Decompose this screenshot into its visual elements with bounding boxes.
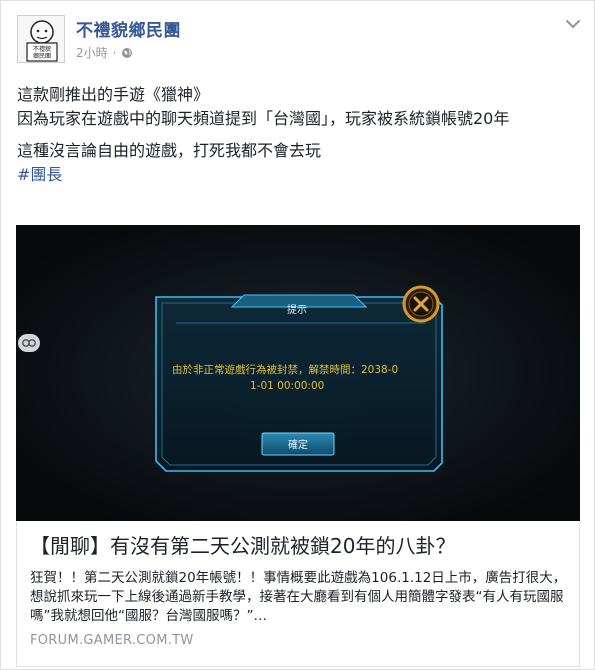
avatar-text-bottom: 鄉民團	[33, 52, 51, 60]
close-icon[interactable]	[402, 285, 440, 323]
facebook-post: 不禮貌 鄉民團 不禮貌鄉民團 2小時 · 這款剛推出的手遊《獵神》 因為玩家在遊…	[0, 0, 595, 670]
globe-icon[interactable]	[121, 47, 133, 59]
post-line-1: 這款剛推出的手遊《獵神》	[17, 85, 210, 104]
post-meta: 2小時 ·	[76, 44, 133, 61]
link-icon[interactable]	[18, 334, 40, 352]
page-name-link[interactable]: 不禮貌鄉民團	[76, 16, 181, 41]
post-line-3: 這種沒言論自由的遊戲，打死我都不會去玩	[17, 141, 322, 160]
confirm-button-label: 確定	[288, 438, 308, 451]
avatar-text-top: 不禮貌	[33, 45, 51, 53]
game-screenshot: 提示 由於非正常遊戲行為被封禁，解禁時間：2038-0 1-01 00:00:0…	[16, 225, 580, 521]
hashtag-link[interactable]: #團長	[17, 165, 62, 184]
link-description: 狂賀！！第二天公測就鎖20年帳號！！事情概要此遊戲為106.1.12日上市，廣告…	[30, 570, 567, 624]
timestamp-link[interactable]: 2小時	[76, 44, 108, 61]
link-title[interactable]: 【閒聊】有沒有第二天公測就被鎖20年的八卦？	[30, 532, 570, 560]
link-preview[interactable]: 【閒聊】有沒有第二天公測就被鎖20年的八卦？ 狂賀！！第二天公測就鎖20年帳號！…	[16, 521, 580, 667]
dialog-title: 提示	[287, 304, 307, 316]
avatar-image: 不禮貌 鄉民團	[18, 16, 64, 62]
avatar[interactable]: 不禮貌 鄉民團	[17, 15, 65, 63]
post-message: 這款剛推出的手遊《獵神》 因為玩家在遊戲中的聊天頻道提到「台灣國」，玩家被系統鎖…	[17, 83, 582, 187]
link-source: FORUM.GAMER.COM.TW	[30, 633, 194, 648]
dialog-message-line1: 由於非正常遊戲行為被封禁，解禁時間：2038-0	[172, 363, 398, 376]
dialog-message-line2: 1-01 00:00:00	[250, 380, 324, 392]
chevron-down-icon[interactable]	[564, 15, 582, 33]
post-image[interactable]: 提示 由於非正常遊戲行為被封禁，解禁時間：2038-0 1-01 00:00:0…	[16, 225, 580, 521]
post-line-2: 因為玩家在遊戲中的聊天頻道提到「台灣國」，玩家被系統鎖帳號20年	[17, 109, 510, 128]
meta-separator: ·	[112, 45, 117, 60]
